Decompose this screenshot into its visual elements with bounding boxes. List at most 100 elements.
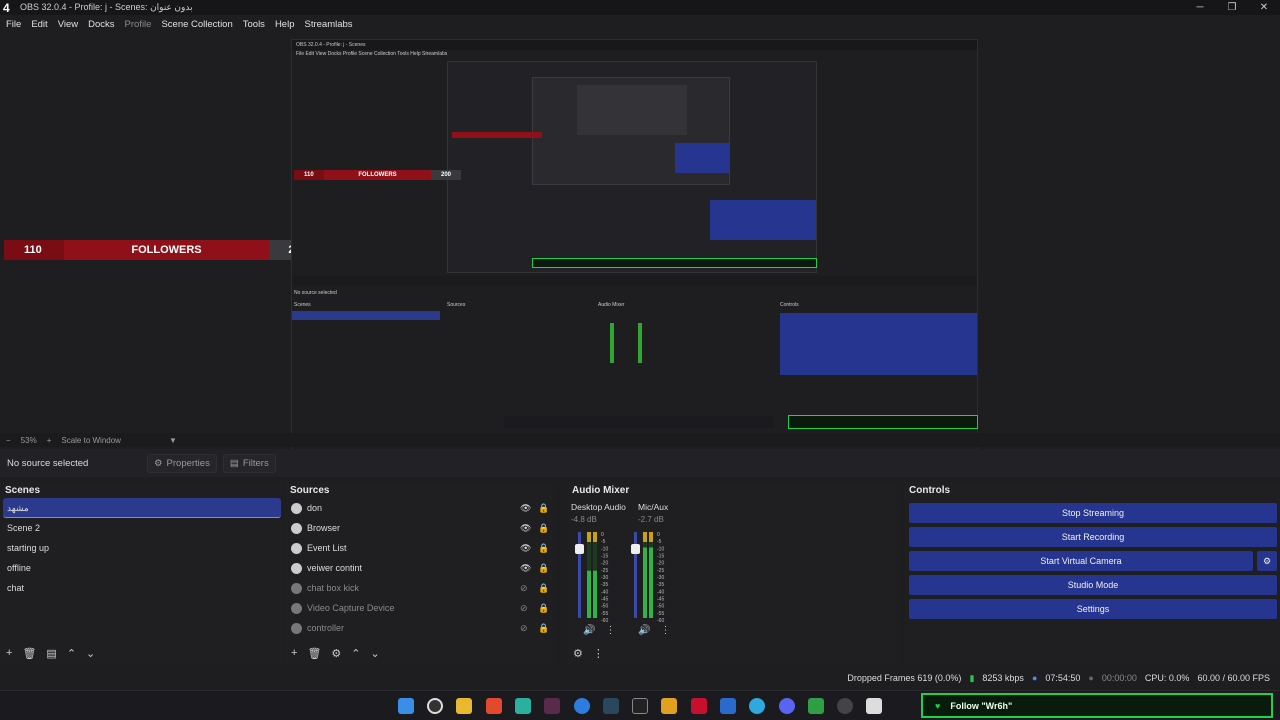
preview-canvas[interactable]: 110 FOLLOWERS 200 OBS 32.0.4 - Profile: … (0, 33, 1280, 461)
meter-tick-label: -45 (657, 597, 664, 603)
meter-tick-label: 0 (601, 532, 604, 538)
scenes-title: Scenes (5, 485, 41, 496)
eye-icon[interactable]: 👁 (520, 503, 531, 514)
source-item[interactable]: chat box kick ⊘ 🔒 (288, 578, 555, 598)
file-explorer-icon[interactable] (456, 698, 472, 714)
app-icon[interactable] (866, 698, 882, 714)
meter-level (587, 570, 591, 618)
menu-scene-collection[interactable]: Scene Collection (161, 19, 232, 30)
lock-icon[interactable]: 🔒 (538, 603, 549, 614)
source-item[interactable]: Event List 👁 🔒 (288, 538, 555, 558)
speaker-icon[interactable]: 🔊 (583, 625, 595, 636)
followers-label: FOLLOWERS (64, 240, 269, 260)
speaker-icon[interactable]: 🔊 (638, 625, 650, 636)
menu-bar: File Edit View Docks Profile Scene Colle… (0, 15, 1280, 33)
scene-item[interactable]: مشهد (3, 498, 281, 518)
scene-item[interactable]: Scene 2 (0, 518, 282, 538)
lock-icon[interactable]: 🔒 (538, 523, 549, 534)
trash-icon[interactable]: 🗑 (22, 647, 36, 660)
start-virtual-camera-button[interactable]: Start Virtual Camera (909, 551, 1253, 571)
eye-hidden-icon[interactable]: ⊘ (520, 623, 528, 634)
eye-icon[interactable]: 👁 (520, 543, 531, 554)
down-icon[interactable]: ⌄ (86, 647, 95, 660)
app-icon[interactable] (691, 698, 707, 714)
app-icon[interactable] (544, 698, 560, 714)
volume-slider-handle[interactable] (631, 544, 640, 554)
lock-icon[interactable]: 🔒 (538, 503, 549, 514)
source-item[interactable]: controller ⊘ 🔒 (288, 618, 555, 638)
meter-tick-label: -30 (601, 575, 608, 581)
lock-icon[interactable]: 🔒 (538, 563, 549, 574)
app-icon[interactable] (837, 698, 853, 714)
menu-dots-icon[interactable]: ⋮ (605, 625, 615, 636)
trash-icon[interactable]: 🗑 (307, 647, 321, 660)
down-icon[interactable]: ⌄ (371, 647, 380, 660)
properties-button[interactable]: ⚙ Properties (147, 453, 217, 473)
source-item[interactable]: veiwer contint 👁 🔒 (288, 558, 555, 578)
eye-icon[interactable]: 👁 (520, 563, 531, 574)
meter-tick-label: -10 (601, 546, 608, 552)
gear-icon[interactable]: ⚙ (331, 647, 341, 660)
app-icon[interactable] (720, 698, 736, 714)
scene-item[interactable]: starting up (0, 538, 282, 558)
stop-streaming-button[interactable]: Stop Streaming (909, 503, 1277, 523)
app-icon[interactable] (749, 698, 765, 714)
steam-icon[interactable] (603, 698, 619, 714)
filter-icon[interactable]: ▤ (46, 647, 56, 660)
scene-item[interactable]: chat (0, 578, 282, 598)
discord-icon[interactable] (779, 698, 795, 714)
source-name: Event List (307, 543, 347, 553)
menu-file[interactable]: File (6, 19, 21, 30)
minimize-icon[interactable]: ─ (1184, 0, 1216, 15)
menu-docks[interactable]: Docks (88, 19, 114, 30)
volume-slider-handle[interactable] (575, 544, 584, 554)
start-recording-button[interactable]: Start Recording (909, 527, 1277, 547)
add-icon[interactable]: + (291, 647, 297, 659)
skype-icon[interactable] (574, 698, 590, 714)
obs-taskbar-icon[interactable] (427, 698, 443, 714)
source-item[interactable]: Browser 👁 🔒 (288, 518, 555, 538)
chevron-down-icon[interactable]: ▼ (169, 436, 177, 445)
brave-icon[interactable] (486, 698, 502, 714)
menu-help[interactable]: Help (275, 19, 295, 30)
windows-start-icon[interactable] (398, 698, 414, 714)
source-item[interactable]: Video Capture Device ⊘ 🔒 (288, 598, 555, 618)
virtual-camera-gear-icon[interactable]: ⚙ (1257, 551, 1277, 571)
eye-hidden-icon[interactable]: ⊘ (520, 583, 528, 594)
menu-tools[interactable]: Tools (243, 19, 265, 30)
meter-tick-label: -15 (657, 554, 664, 560)
stream-icon: ● (1031, 673, 1038, 683)
source-item[interactable]: don 👁 🔒 (288, 498, 555, 518)
studio-mode-button[interactable]: Studio Mode (909, 575, 1277, 595)
menu-view[interactable]: View (58, 19, 78, 30)
meter-tick-label: -55 (601, 611, 608, 617)
maximize-icon[interactable]: ❐ (1216, 0, 1248, 15)
meter-tick-label: -25 (601, 568, 608, 574)
app-icon[interactable] (515, 698, 531, 714)
menu-profile[interactable]: Profile (125, 19, 152, 30)
zoom-out-icon[interactable]: − (6, 436, 11, 445)
epic-games-icon[interactable] (632, 698, 648, 714)
scene-item[interactable]: offline (0, 558, 282, 578)
app-icon[interactable] (808, 698, 824, 714)
menu-streamlabs[interactable]: Streamlabs (304, 19, 352, 30)
lock-icon[interactable]: 🔒 (538, 543, 549, 554)
close-icon[interactable]: ✕ (1248, 0, 1280, 15)
settings-button[interactable]: Settings (909, 599, 1277, 619)
filters-button[interactable]: ▤ Filters (222, 453, 276, 473)
app-icon[interactable] (661, 698, 677, 714)
zoom-in-icon[interactable]: + (47, 436, 52, 445)
menu-edit[interactable]: Edit (31, 19, 47, 30)
eye-hidden-icon[interactable]: ⊘ (520, 603, 528, 614)
lock-icon[interactable]: 🔒 (538, 583, 549, 594)
add-icon[interactable]: + (6, 647, 12, 659)
lock-icon[interactable]: 🔒 (538, 623, 549, 634)
gear-icon[interactable]: ⚙ (573, 647, 583, 660)
menu-dots-icon[interactable]: ⋮ (593, 647, 604, 660)
up-icon[interactable]: ⌃ (67, 647, 76, 660)
eye-icon[interactable]: 👁 (520, 523, 531, 534)
up-icon[interactable]: ⌃ (351, 647, 360, 660)
scale-select[interactable]: Scale to Window (61, 436, 121, 445)
meter-tick-label: -40 (601, 589, 608, 595)
menu-dots-icon[interactable]: ⋮ (660, 625, 670, 636)
